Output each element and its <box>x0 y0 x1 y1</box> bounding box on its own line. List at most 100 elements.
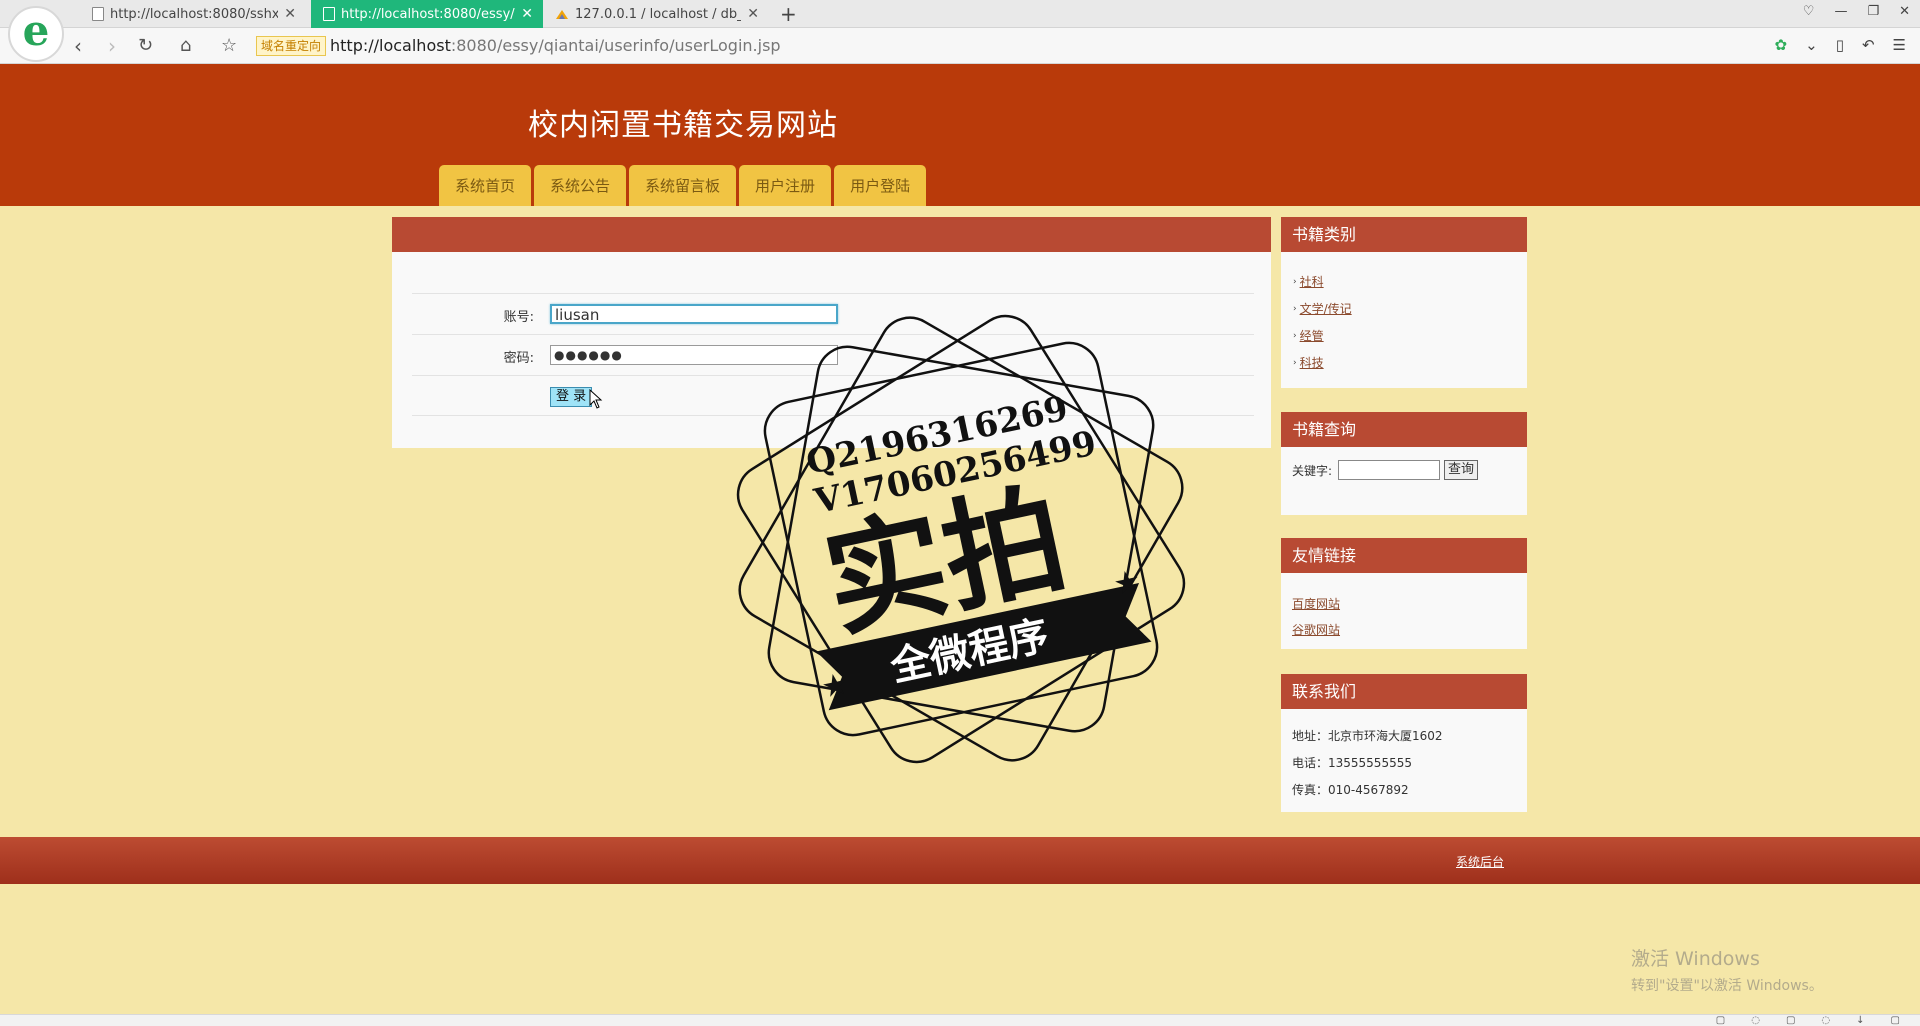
category-link-business[interactable]: 经管 <box>1300 327 1324 344</box>
close-window-icon[interactable]: ✕ <box>1899 4 1910 19</box>
password-label: 密码: <box>503 351 534 366</box>
contact-title: 联系我们 <box>1281 674 1527 709</box>
friend-link-google[interactable]: 谷歌网站 <box>1292 623 1340 637</box>
phpmyadmin-icon <box>556 10 568 19</box>
chevron-down-icon[interactable]: ⌄ <box>1805 36 1818 54</box>
page-icon <box>92 7 104 21</box>
status-bar-icons: ▢ ◌ ▢ ◌ ↓ ▢ <box>1716 1015 1900 1026</box>
password-input[interactable]: ●●●●●● <box>550 345 838 365</box>
home-icon[interactable]: ⌂ <box>180 35 191 56</box>
contact-address: 地址：北京市环海大厦1602 <box>1292 729 1443 743</box>
keyword-input[interactable] <box>1338 460 1441 480</box>
contact-list: 地址：北京市环海大厦1602 电话：13555555555 传真：010-456… <box>1281 709 1527 808</box>
browser-tab-1[interactable]: http://localhost:8080/sshxm/f ✕ <box>80 0 306 28</box>
tab-title: http://localhost:8080/essy/qi <box>341 6 516 22</box>
account-input[interactable]: liusan <box>550 304 838 324</box>
list-item: › 科技 <box>1293 349 1527 376</box>
friend-links-title: 友情链接 <box>1281 538 1527 573</box>
close-icon[interactable]: ✕ <box>284 6 296 22</box>
browser-logo-icon[interactable]: e <box>8 6 64 62</box>
accelerator-icon[interactable]: ✿ <box>1775 36 1788 54</box>
login-panel-header <box>392 217 1271 252</box>
list-item: › 经管 <box>1293 322 1527 349</box>
site-footer: 系统后台 <box>0 837 1920 884</box>
browser-tab-2[interactable]: http://localhost:8080/essy/qi ✕ <box>311 0 543 28</box>
reload-icon[interactable]: ↻ <box>138 35 153 56</box>
new-tab-button[interactable]: + <box>780 2 797 26</box>
windows-activation-notice: 激活 Windows 转到"设置"以激活 Windows。 <box>1631 944 1823 995</box>
watermark-big-text: 实拍 <box>814 469 1078 655</box>
tab-title: http://localhost:8080/sshxm/f <box>110 6 279 22</box>
admin-link[interactable]: 系统后台 <box>1456 853 1504 870</box>
chevron-right-icon: › <box>1293 276 1297 287</box>
url-field[interactable]: http://localhost:8080/essy/qiantai/useri… <box>330 36 781 55</box>
friend-link-baidu[interactable]: 百度网站 <box>1292 597 1340 611</box>
main-nav: 系统首页 系统公告 系统留言板 用户注册 用户登陆 <box>439 165 927 206</box>
nav-announcements[interactable]: 系统公告 <box>534 165 627 206</box>
undo-icon[interactable]: ↶ <box>1862 36 1875 54</box>
contact-box: 联系我们 地址：北京市环海大厦1602 电话：13555555555 传真：01… <box>1281 674 1527 812</box>
nav-home[interactable]: 系统首页 <box>439 165 532 206</box>
search-title: 书籍查询 <box>1281 412 1527 447</box>
url-path: :8080/essy/qiantai/userinfo/userLogin.js… <box>450 36 781 55</box>
category-list: › 社科 › 文学/传记 › 经管 › 科技 <box>1281 252 1527 376</box>
activation-line-1: 激活 Windows <box>1631 948 1760 970</box>
list-item: › 文学/传记 <box>1293 295 1527 322</box>
friend-links-box: 友情链接 百度网站 谷歌网站 <box>1281 538 1527 649</box>
browser-tab-3[interactable]: 127.0.0.1 / localhost / db_shu ✕ <box>543 0 769 28</box>
chevron-right-icon: › <box>1293 357 1297 368</box>
nav-login[interactable]: 用户登陆 <box>834 165 927 206</box>
search-row: 关键字: 查询 <box>1292 460 1479 480</box>
star-icon: ★ <box>1110 563 1144 603</box>
watermark-ribbon-text: 全微程序 <box>886 613 1053 691</box>
status-icon[interactable]: ▢ <box>1716 1015 1725 1026</box>
close-icon[interactable]: ✕ <box>521 6 533 22</box>
password-row: 密码: ●●●●●● <box>412 334 1254 375</box>
close-icon[interactable]: ✕ <box>747 6 759 22</box>
browser-status-bar: ▢ ◌ ▢ ◌ ↓ ▢ <box>0 1014 1920 1026</box>
status-icon[interactable]: ↓ <box>1856 1015 1864 1026</box>
tab-title: 127.0.0.1 / localhost / db_shu <box>575 6 741 22</box>
address-bar: ‹ › ↻ ⌂ ☆ 域名重定向 http://localhost:8080/es… <box>0 28 1920 64</box>
account-label: 账号: <box>503 310 534 325</box>
address-bar-tools: ✿ ⌄ ▯ ↶ ☰ <box>1775 36 1906 54</box>
site-header: 校内闲置书籍交易网站 系统首页 系统公告 系统留言板 用户注册 用户登陆 <box>0 64 1920 206</box>
status-icon[interactable]: ◌ <box>1751 1015 1760 1026</box>
window-controls: ♡ — ❐ ✕ <box>1803 4 1910 19</box>
search-box: 书籍查询 关键字: 查询 <box>1281 412 1527 515</box>
status-icon[interactable]: ▢ <box>1891 1015 1900 1026</box>
reader-icon[interactable]: ▯ <box>1836 36 1844 54</box>
forward-icon[interactable]: › <box>108 34 116 58</box>
submit-row: 登 录 <box>412 375 1254 416</box>
favorite-star-icon[interactable]: ☆ <box>221 35 237 56</box>
mouse-cursor-icon <box>589 389 603 409</box>
chevron-right-icon: › <box>1293 303 1297 314</box>
browser-tab-bar: http://localhost:8080/sshxm/f ✕ http://l… <box>0 0 1920 28</box>
friend-links-list: 百度网站 谷歌网站 <box>1281 573 1527 647</box>
status-icon[interactable]: ▢ <box>1786 1015 1795 1026</box>
login-button[interactable]: 登 录 <box>550 387 593 407</box>
login-form: 账号: liusan 密码: ●●●●●● 登 录 <box>412 293 1254 416</box>
menu-icon[interactable]: ☰ <box>1893 36 1906 54</box>
chevron-right-icon: › <box>1293 330 1297 341</box>
category-link-social[interactable]: 社科 <box>1300 273 1324 290</box>
contact-phone: 电话：13555555555 <box>1292 756 1412 770</box>
search-button[interactable]: 查询 <box>1444 460 1479 480</box>
category-link-literature[interactable]: 文学/传记 <box>1300 300 1352 317</box>
star-icon: ★ <box>818 666 852 706</box>
restore-icon[interactable]: ❐ <box>1867 4 1879 19</box>
list-item: › 社科 <box>1293 268 1527 295</box>
nav-message-board[interactable]: 系统留言板 <box>629 165 737 206</box>
url-host: http://localhost <box>330 36 451 55</box>
activation-line-2: 转到"设置"以激活 Windows。 <box>1631 978 1823 994</box>
back-icon[interactable]: ‹ <box>74 34 82 58</box>
skin-icon[interactable]: ♡ <box>1803 4 1815 19</box>
redirect-badge: 域名重定向 <box>256 36 327 56</box>
status-icon[interactable]: ◌ <box>1821 1015 1830 1026</box>
category-title: 书籍类别 <box>1281 217 1527 252</box>
nav-register[interactable]: 用户注册 <box>739 165 832 206</box>
minimize-icon[interactable]: — <box>1834 4 1847 19</box>
account-row: 账号: liusan <box>412 293 1254 334</box>
contact-fax: 传真：010-4567892 <box>1292 783 1409 797</box>
category-link-tech[interactable]: 科技 <box>1300 354 1324 371</box>
